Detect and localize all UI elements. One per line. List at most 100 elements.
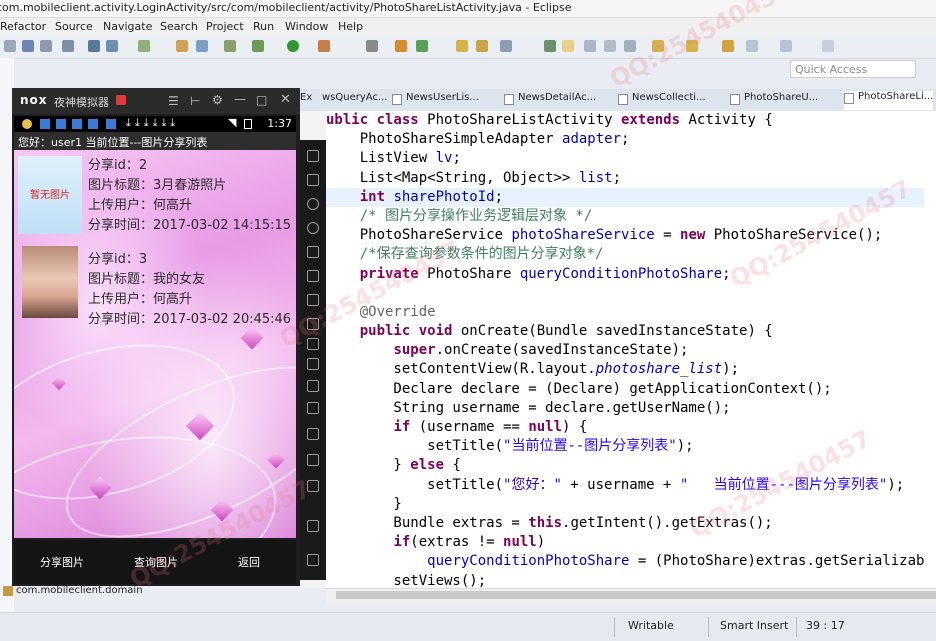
tab-photosharelist[interactable]: PhotoShareLi... <box>844 91 934 110</box>
menu-project[interactable]: Project <box>206 20 244 33</box>
tab-newscollection[interactable]: NewsCollecti... <box>618 92 706 109</box>
pin-icon[interactable] <box>822 40 834 52</box>
tab-label: NewsUserLis... <box>406 92 479 103</box>
query-photo-button[interactable]: 查询图片 <box>134 554 178 570</box>
code-line: /*保存查询参数条件的图片分享对象*/ <box>326 245 924 264</box>
code-token: ListView <box>326 150 436 167</box>
tab-label: NewsDetailAc... <box>518 92 597 103</box>
share-photo-button[interactable]: 分享图片 <box>40 554 84 570</box>
recent-apps-icon[interactable] <box>307 554 319 566</box>
no-image-thumbnail: 暂无图片 <box>18 156 82 234</box>
build-icon[interactable] <box>176 40 188 52</box>
pin-icon[interactable]: ⊢ <box>190 94 200 108</box>
code-line: public void onCreate(Bundle savedInstanc… <box>326 322 924 341</box>
menu-refactor[interactable]: Refactor <box>0 20 46 33</box>
tab-photoshareupdate[interactable]: PhotoShareU... <box>730 92 818 109</box>
new-package-icon[interactable] <box>395 40 407 52</box>
external-tools-icon[interactable] <box>318 40 330 52</box>
main-toolbar <box>0 36 936 59</box>
new-class-icon[interactable] <box>416 40 428 52</box>
task-icon[interactable] <box>138 40 150 52</box>
menu-navigate[interactable]: Navigate <box>103 20 152 33</box>
export-icon[interactable] <box>106 40 118 52</box>
block-select-icon[interactable] <box>584 40 596 52</box>
tab-explorer[interactable]: Ex <box>300 92 312 109</box>
open-type-icon[interactable] <box>456 40 468 52</box>
tab-newsdetail[interactable]: NewsDetailAc... <box>504 92 596 109</box>
volume-up-icon[interactable] <box>307 294 319 306</box>
skip-breakpoints-icon[interactable] <box>366 40 378 52</box>
code-token: setContentView(R.layout. <box>326 361 596 378</box>
photo-share-list[interactable]: 暂无图片 分享id：2 图片标题：3月春游照片 上传用户：何高升 分享时间：20… <box>14 150 296 538</box>
save-icon[interactable] <box>22 40 34 52</box>
code-token: Declare declare = (Declare) getApplicati… <box>326 380 832 397</box>
multi-instance-icon[interactable] <box>307 380 319 392</box>
more-icon[interactable] <box>307 428 319 440</box>
scissors-icon[interactable] <box>307 198 319 210</box>
screenshot-icon[interactable] <box>307 246 319 258</box>
maximize-icon[interactable]: □ <box>256 93 267 107</box>
open-task-icon[interactable] <box>476 40 488 52</box>
print-icon[interactable] <box>62 40 74 52</box>
menu-icon[interactable] <box>307 454 319 466</box>
apk-icon[interactable] <box>307 338 319 350</box>
code-token: onCreate(Bundle savedInstanceState) { <box>460 323 773 340</box>
keyboard-icon[interactable] <box>307 174 319 186</box>
search-tool-icon[interactable] <box>500 40 512 52</box>
battery-icon <box>244 119 252 129</box>
tab-newsuserlist[interactable]: NewsUserLis... <box>392 92 479 109</box>
menu-source[interactable]: Source <box>55 20 93 33</box>
code-line: @Override <box>326 303 924 322</box>
new-icon[interactable] <box>4 40 16 52</box>
share-time: 分享时间：2017-03-02 14:15:15 <box>88 218 292 233</box>
menu-window[interactable]: Window <box>285 20 328 33</box>
fullscreen-icon[interactable] <box>307 270 319 282</box>
highlight-icon[interactable] <box>562 40 574 52</box>
volume-down-icon[interactable] <box>307 318 319 330</box>
location-icon[interactable] <box>307 222 319 234</box>
menu-search[interactable]: Search <box>160 20 198 33</box>
forward-icon[interactable] <box>780 40 792 52</box>
back-icon[interactable] <box>722 40 734 52</box>
status-writable: Writable <box>628 619 674 632</box>
tab-newsquery[interactable]: wsQueryAc... <box>322 92 387 109</box>
phone-icon[interactable] <box>307 150 319 162</box>
status-bar: Writable Smart Insert 39 : 17 <box>0 612 936 641</box>
quick-access-input[interactable]: Quick Access <box>790 60 916 78</box>
code-editor[interactable]: ublic class PhotoShareListActivity exten… <box>326 111 936 588</box>
run-icon[interactable] <box>287 40 299 52</box>
server-icon[interactable] <box>196 40 208 52</box>
next-annotation-icon[interactable] <box>652 40 664 52</box>
package-row[interactable]: com.mobileclient.domain <box>0 584 300 600</box>
import-icon[interactable] <box>88 40 100 52</box>
minimize-icon[interactable]: — <box>234 92 246 106</box>
debug-icon[interactable] <box>252 40 264 52</box>
java-file-icon <box>504 94 514 105</box>
menu-help[interactable]: Help <box>338 20 363 33</box>
status-divider <box>614 617 615 637</box>
show-whitespace-icon[interactable] <box>604 40 616 52</box>
record-icon[interactable] <box>307 402 319 414</box>
deploy-icon[interactable] <box>224 40 236 52</box>
shake-icon[interactable] <box>307 358 319 370</box>
home-icon[interactable] <box>307 520 319 532</box>
pilcrow-icon[interactable] <box>624 40 636 52</box>
code-token: (username == <box>418 419 529 435</box>
menu-run[interactable]: Run <box>253 20 274 33</box>
code-line: private PhotoShare queryConditionPhotoSh… <box>326 265 924 284</box>
prev-annotation-icon[interactable] <box>686 40 698 52</box>
emulator-name: 夜神模拟器 <box>54 96 109 109</box>
notification-badge-icon <box>116 95 126 105</box>
toggle-mark-icon[interactable] <box>544 40 556 52</box>
back-history-icon[interactable] <box>746 40 758 52</box>
menu-icon[interactable]: ☰ <box>168 94 179 108</box>
settings-icon[interactable]: ⚙ <box>212 93 223 107</box>
back-button[interactable]: 返回 <box>238 554 260 570</box>
back-nav-icon[interactable] <box>307 480 319 492</box>
code-token: ; <box>612 169 622 186</box>
save-all-icon[interactable] <box>40 40 52 52</box>
close-icon[interactable]: ✕ <box>280 92 291 107</box>
app-bottom-nav: 分享图片 查询图片 返回 <box>14 540 296 584</box>
scrollbar-thumb[interactable] <box>336 591 936 599</box>
